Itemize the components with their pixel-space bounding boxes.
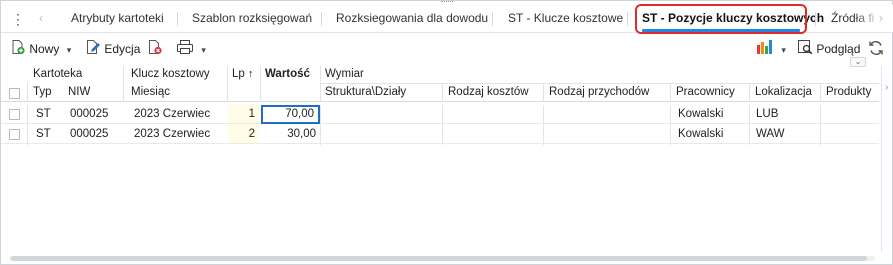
table-row[interactable]: ST 000025 2023 Czerwiec 2 30,00 Kowalski… (1, 125, 879, 144)
scrollbar-thumb[interactable] (11, 256, 867, 261)
column-divider (320, 105, 321, 145)
chevron-down-icon[interactable]: ▾ (201, 40, 206, 60)
header-wartosc[interactable]: Wartość (260, 66, 320, 83)
chevron-right-icon[interactable]: › (885, 82, 888, 93)
row-checkbox[interactable] (9, 129, 20, 140)
tab-rozksiegowania-dla-dowodu[interactable]: Rozksiegowania dla dowodu (336, 5, 488, 32)
column-divider (442, 105, 443, 145)
window-frame: ⋮ ‹ Atrybuty kartoteki Szablon rozksięgo… (0, 0, 893, 265)
header-lokalizacja[interactable]: Lokalizacja (750, 84, 820, 101)
column-divider (670, 83, 671, 102)
tab-separator (321, 12, 322, 26)
chevron-down-icon[interactable]: ▾ (67, 40, 72, 60)
cell-lokalizacja: WAW (756, 128, 785, 140)
column-divider (543, 83, 544, 102)
cell-typ: ST (36, 128, 51, 140)
refresh-icon (867, 39, 885, 63)
header-lp[interactable]: Lp ↑ (227, 66, 260, 83)
horizontal-scrollbar[interactable] (1, 254, 883, 263)
header-struktura-dzialy[interactable]: Struktura\Działy (320, 84, 442, 101)
add-document-icon (10, 39, 26, 61)
header-row-top: Kartoteka Klucz kosztowy Lp ↑ Wartość Wy… (1, 66, 879, 83)
chevron-right-icon[interactable]: › (879, 5, 883, 32)
header-rodzaj-przychodow[interactable]: Rodzaj przychodów (544, 84, 670, 101)
tab-separator (815, 12, 816, 26)
cell-wartosc-selected[interactable]: 70,00 (261, 105, 320, 124)
column-divider (670, 105, 671, 145)
header-typ[interactable]: Typ (28, 84, 61, 101)
header-produkty[interactable]: Produkty (821, 84, 879, 101)
tab-separator (492, 12, 493, 26)
column-divider (27, 83, 28, 102)
tab-fade (854, 5, 893, 32)
chart-button[interactable]: ▾ (756, 39, 786, 59)
printer-icon (176, 39, 194, 61)
delete-document-icon (147, 39, 163, 61)
select-all-checkbox[interactable] (9, 88, 20, 99)
cell-lp: 2 (248, 128, 255, 140)
tab-st-klucze-kosztowe[interactable]: ST - Klucze kosztowe (508, 5, 623, 32)
header-klucz-kosztowy: Klucz kosztowy (131, 68, 210, 80)
column-divider (820, 105, 821, 145)
cell-miesiac: 2023 Czerwiec (134, 108, 211, 120)
tab-separator (177, 12, 178, 26)
header-wymiar: Wymiar (325, 68, 364, 80)
header-group-line (320, 83, 879, 84)
cell-pracownicy: Kowalski (678, 128, 724, 140)
tab-highlight-box (635, 4, 807, 34)
refresh-button[interactable] (867, 39, 885, 59)
column-divider (123, 66, 124, 102)
edit-button[interactable]: Edycja (85, 39, 140, 59)
cell-niw: 000025 (70, 108, 109, 120)
preview-icon (797, 39, 813, 61)
data-grid: Kartoteka Klucz kosztowy Lp ↑ Wartość Wy… (1, 66, 883, 250)
cell-wartosc[interactable]: 30,00 (261, 125, 320, 144)
row-checkbox[interactable] (9, 109, 20, 120)
print-button[interactable]: ▾ (176, 39, 206, 59)
more-vertical-icon[interactable]: ⋮ (11, 9, 25, 29)
column-divider (749, 83, 750, 102)
header-pracownicy[interactable]: Pracownicy (671, 84, 749, 101)
chevron-left-icon[interactable]: ‹ (39, 5, 43, 32)
new-button-label: Nowy (29, 42, 60, 57)
column-divider (227, 66, 228, 102)
chevron-down-icon[interactable]: ▾ (781, 40, 786, 60)
header-niw[interactable]: NIW (63, 84, 123, 101)
column-divider (749, 105, 750, 145)
bar-chart-icon (756, 39, 774, 61)
preview-button[interactable]: Podgląd (797, 39, 860, 59)
column-divider (320, 66, 321, 102)
cell-lp: 1 (248, 108, 255, 120)
column-divider (27, 105, 28, 145)
header-kartoteka: Kartoteka (33, 68, 83, 80)
header-lp-label: Lp (232, 68, 245, 80)
edit-document-icon (85, 39, 101, 61)
column-divider (260, 66, 261, 102)
toolbar: Nowy ▾ Edycja ▾ ▾ Podgląd (1, 34, 893, 64)
cell-pracownicy: Kowalski (678, 108, 724, 120)
table-row[interactable]: ST 000025 2023 Czerwiec 1 70,00 Kowalski… (1, 105, 879, 124)
drag-handle[interactable] (441, 1, 453, 4)
new-button[interactable]: Nowy ▾ (10, 39, 71, 59)
delete-button[interactable] (147, 39, 163, 59)
header-row-bottom: Typ NIW Miesiąc Struktura\Działy Rodzaj … (1, 83, 879, 102)
tab-separator (627, 12, 628, 26)
vertical-scrollbar[interactable]: › (881, 66, 893, 252)
cell-lokalizacja: LUB (756, 108, 779, 120)
header-miesiac[interactable]: Miesiąc (126, 84, 226, 101)
preview-button-label: Podgląd (816, 42, 861, 57)
tab-szablon-rozksiegowan[interactable]: Szablon rozksięgowań (192, 5, 312, 32)
cell-miesiac: 2023 Czerwiec (134, 128, 211, 140)
column-divider (820, 83, 821, 102)
column-divider (543, 105, 544, 145)
sort-ascending-icon[interactable]: ↑ (248, 68, 254, 80)
column-divider (442, 83, 443, 102)
tab-atrybuty-kartoteki[interactable]: Atrybuty kartoteki (71, 5, 164, 32)
cell-niw: 000025 (70, 128, 109, 140)
cell-typ: ST (36, 108, 51, 120)
edit-button-label: Edycja (104, 42, 141, 57)
header-rodzaj-kosztow[interactable]: Rodzaj kosztów (443, 84, 543, 101)
